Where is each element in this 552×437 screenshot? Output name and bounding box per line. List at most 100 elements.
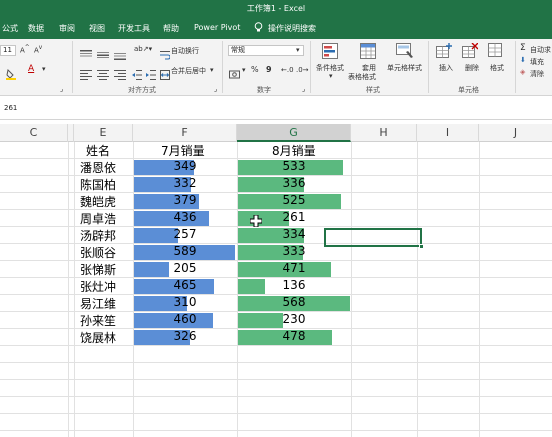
orientation-icon[interactable]: ab↗▾	[134, 45, 152, 53]
tab-power-pivot[interactable]: Power Pivot	[194, 23, 240, 32]
tell-me-search[interactable]: 操作说明搜索	[268, 23, 316, 34]
name-cell[interactable]: 易江维	[80, 295, 116, 312]
tab-view[interactable]: 视图	[89, 23, 105, 34]
number-format-select[interactable]: 常规	[228, 45, 304, 56]
align-top-icon[interactable]	[80, 45, 92, 64]
number-format-dropdown-icon[interactable]: ▾	[296, 46, 300, 54]
selected-cell[interactable]	[324, 228, 422, 247]
merge-center-button[interactable]: 合并后居中	[171, 66, 206, 76]
name-cell[interactable]: 张悌斯	[80, 261, 116, 278]
align-left-icon[interactable]	[80, 65, 92, 84]
currency-icon[interactable]	[229, 65, 241, 84]
decrease-decimal-icon[interactable]: .0→	[296, 66, 309, 74]
column-header-h[interactable]: H	[351, 124, 417, 142]
name-cell[interactable]: 张灶冲	[80, 278, 116, 295]
decrease-font-icon[interactable]: Av	[34, 45, 42, 54]
cell-styles-button[interactable]: 单元格样式	[387, 63, 422, 73]
name-cell[interactable]: 魏皑虎	[80, 193, 116, 210]
august-value[interactable]: 333	[264, 244, 324, 258]
header-july-sales[interactable]: 7月销量	[161, 142, 205, 159]
july-value[interactable]: 257	[155, 227, 215, 241]
name-cell[interactable]: 潘恩依	[80, 159, 116, 176]
july-value[interactable]: 205	[155, 261, 215, 275]
july-value[interactable]: 349	[155, 159, 215, 173]
format-button[interactable]: 格式	[490, 63, 504, 73]
fill-color-icon[interactable]	[6, 65, 20, 84]
font-color-icon[interactable]: A	[28, 64, 34, 74]
july-value[interactable]: 326	[155, 329, 215, 343]
font-size-box[interactable]: 11	[0, 45, 16, 56]
august-value[interactable]: 261	[264, 210, 324, 224]
insert-cells-icon[interactable]	[436, 43, 452, 63]
merge-dropdown-icon[interactable]: ▾	[210, 66, 214, 74]
august-value[interactable]: 478	[264, 329, 324, 343]
clear-button[interactable]: 清除	[530, 69, 544, 79]
column-header-j[interactable]: J	[479, 124, 552, 142]
clear-icon[interactable]: ◈	[520, 68, 525, 76]
fill-button[interactable]: 填充	[530, 57, 544, 67]
format-as-table-label-2[interactable]: 表格格式	[348, 72, 376, 82]
tab-formulas[interactable]: 公式	[2, 23, 18, 34]
name-cell[interactable]: 孙来笙	[80, 312, 116, 329]
decrease-indent-icon[interactable]	[132, 65, 142, 84]
align-center-icon[interactable]	[97, 65, 109, 84]
increase-font-icon[interactable]: A^	[20, 45, 30, 54]
align-right-icon[interactable]	[114, 65, 126, 84]
wrap-text-icon[interactable]	[160, 45, 171, 64]
august-value[interactable]: 471	[264, 261, 324, 275]
wrap-text-button[interactable]: 自动换行	[171, 46, 199, 56]
autosum-button[interactable]: 自动求	[530, 45, 551, 55]
percent-button[interactable]: %	[251, 65, 259, 74]
font-color-dropdown-icon[interactable]: ▾	[42, 65, 46, 73]
july-value[interactable]: 379	[155, 193, 215, 207]
increase-decimal-icon[interactable]: ←.0	[281, 66, 294, 74]
august-value[interactable]: 533	[264, 159, 324, 173]
july-value[interactable]: 460	[155, 312, 215, 326]
align-middle-icon[interactable]	[97, 45, 109, 64]
delete-button[interactable]: 删除	[465, 63, 479, 73]
conditional-format-dropdown-icon[interactable]: ▾	[329, 72, 333, 80]
july-value[interactable]: 332	[155, 176, 215, 190]
august-value[interactable]: 336	[264, 176, 324, 190]
column-header-g[interactable]: G	[237, 124, 351, 142]
july-value[interactable]: 589	[155, 244, 215, 258]
align-bottom-icon[interactable]	[114, 45, 126, 64]
july-value[interactable]: 436	[155, 210, 215, 224]
name-cell[interactable]: 陈国柏	[80, 176, 116, 193]
column-header-f[interactable]: F	[133, 124, 237, 142]
tab-data[interactable]: 数据	[28, 23, 44, 34]
merge-center-icon[interactable]	[160, 65, 170, 84]
august-value[interactable]: 568	[264, 295, 324, 309]
delete-cells-icon[interactable]	[462, 42, 479, 63]
august-value[interactable]: 136	[264, 278, 324, 292]
fill-handle[interactable]	[419, 244, 424, 249]
column-header-c[interactable]: C	[0, 124, 68, 142]
worksheet-grid[interactable]: 姓名 7月销量 8月销量 潘恩依 349 533 陈国柏 332 336 魏皑虎 379 525…	[0, 142, 552, 437]
header-name[interactable]: 姓名	[86, 142, 110, 159]
tab-review[interactable]: 审阅	[59, 23, 75, 34]
name-cell[interactable]: 饶展林	[80, 329, 116, 346]
header-august-sales[interactable]: 8月销量	[272, 142, 316, 159]
format-as-table-icon[interactable]	[360, 43, 376, 63]
currency-dropdown-icon[interactable]: ▾	[242, 66, 246, 74]
comma-style-button[interactable]: 9	[266, 65, 272, 74]
august-value[interactable]: 525	[264, 193, 324, 207]
formula-bar-value[interactable]: 261	[4, 104, 17, 112]
tab-developer[interactable]: 开发工具	[118, 23, 150, 34]
increase-indent-icon[interactable]	[146, 65, 156, 84]
autosum-icon[interactable]: Σ	[520, 43, 526, 53]
font-dialog-launcher-icon[interactable]: ⌟	[60, 85, 63, 93]
august-value[interactable]: 230	[264, 312, 324, 326]
july-value[interactable]: 465	[155, 278, 215, 292]
column-header-e[interactable]: E	[74, 124, 133, 142]
name-cell[interactable]: 张顺谷	[80, 244, 116, 261]
number-dialog-launcher-icon[interactable]: ⌟	[302, 85, 305, 93]
insert-button[interactable]: 插入	[439, 63, 453, 73]
format-cells-icon[interactable]	[488, 43, 504, 63]
august-value[interactable]: 334	[264, 227, 324, 241]
july-value[interactable]: 310	[155, 295, 215, 309]
column-header-i[interactable]: I	[417, 124, 479, 142]
fill-icon[interactable]: ⬇	[520, 56, 526, 64]
name-cell[interactable]: 汤辟邦	[80, 227, 116, 244]
cell-styles-icon[interactable]	[396, 43, 414, 63]
